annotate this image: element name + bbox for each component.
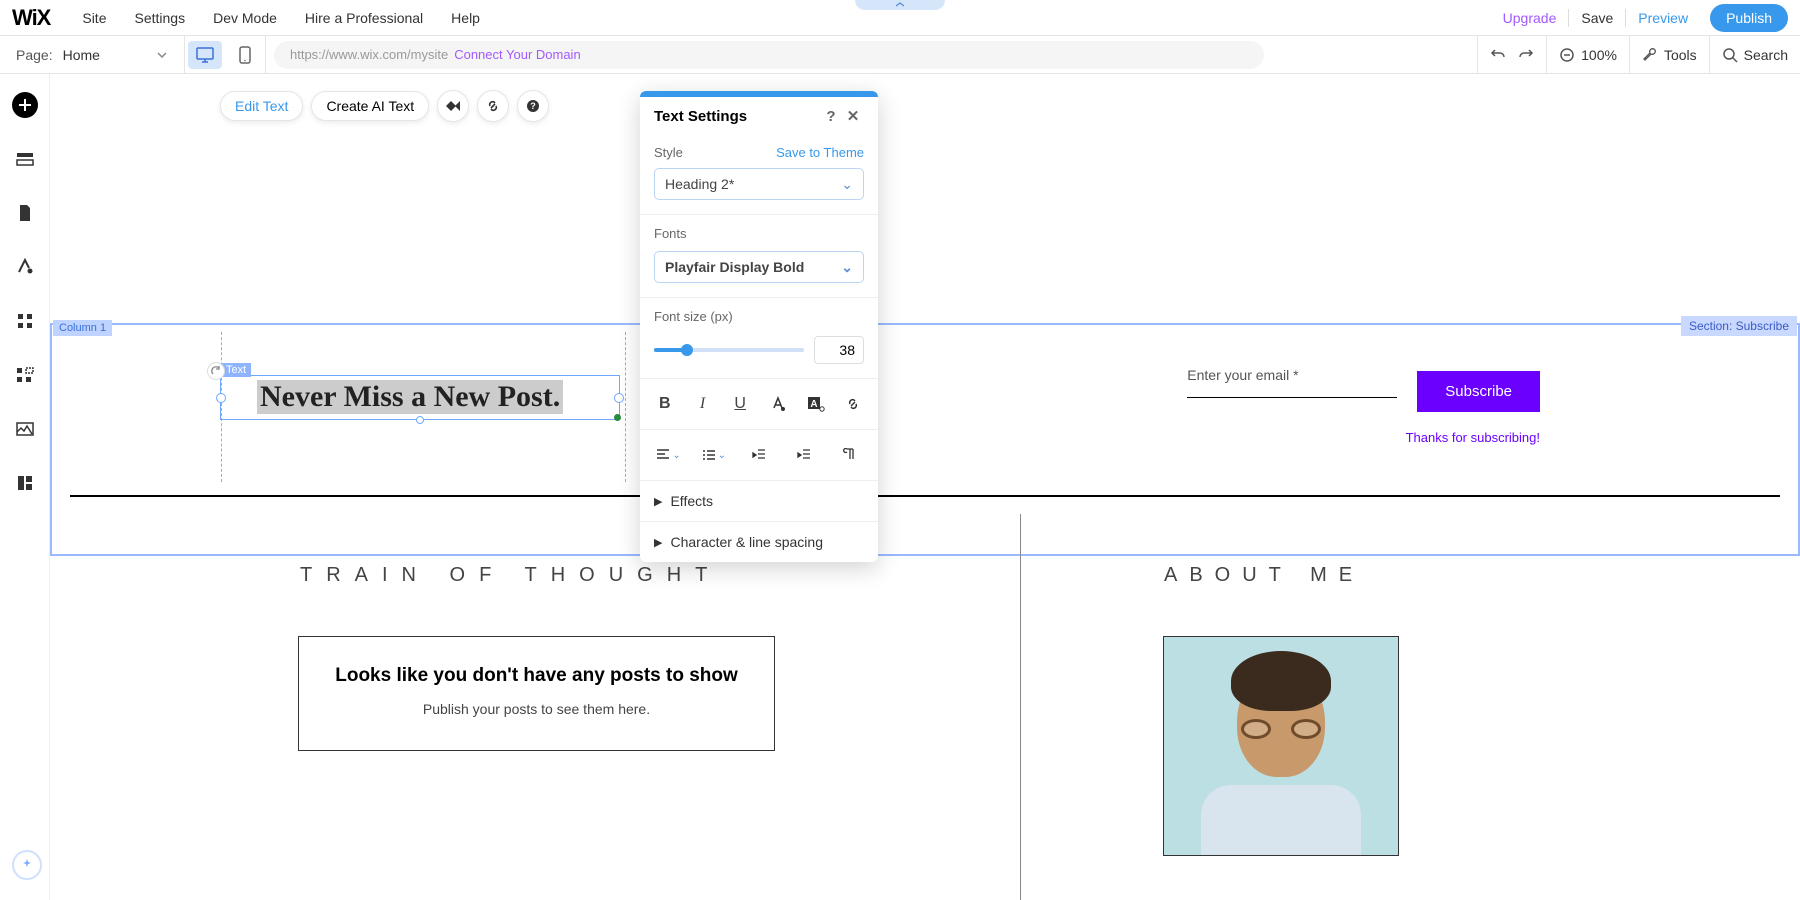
heading-text[interactable]: Never Miss a New Post. [257,380,563,414]
panel-help-icon[interactable]: ? [820,108,842,125]
subscribe-button[interactable]: Subscribe [1417,371,1540,412]
panel-title: Text Settings [654,108,747,125]
chevron-down-icon: ⌄ [841,176,853,193]
editor-canvas[interactable]: Column 1 Section: Subscribe Edit Text Cr… [50,74,1800,900]
font-size-label: Font size (px) [654,309,733,324]
tools-button[interactable]: Tools [1629,36,1709,73]
svg-text:A: A [810,399,817,410]
fonts-label: Fonts [654,226,687,241]
font-size-slider[interactable] [654,348,804,352]
menu-settings[interactable]: Settings [120,10,199,26]
element-type-badge: Text [221,363,251,377]
left-rail [0,74,50,900]
menu-devmode[interactable]: Dev Mode [199,10,291,26]
edit-text-button[interactable]: Edit Text [220,91,303,121]
save-button[interactable]: Save [1569,10,1625,26]
search-button[interactable]: Search [1709,36,1800,73]
empty-posts-title: Looks like you don't have any posts to s… [299,665,774,687]
content-icon[interactable] [12,470,38,496]
svg-text:?: ? [530,101,536,111]
site-url: https://www.wix.com/mysite [290,47,448,62]
link-button[interactable] [834,389,872,419]
underline-button[interactable]: U [721,389,759,419]
italic-button[interactable]: I [684,389,722,419]
highlight-button[interactable]: A [797,389,835,419]
outdent-button[interactable] [736,440,781,470]
url-bar[interactable]: https://www.wix.com/mysite Connect Your … [274,41,1264,69]
subscribe-form: Enter your email * Subscribe [1187,367,1540,412]
mobile-view-button[interactable] [228,41,262,69]
refresh-icon[interactable] [207,362,225,380]
wix-logo[interactable]: WiX [12,5,50,31]
pages-icon[interactable] [12,200,38,226]
page-value: Home [63,47,156,63]
selected-text-element[interactable]: Text Never Miss a New Post. [220,375,620,420]
upgrade-link[interactable]: Upgrade [1491,10,1569,26]
align-button[interactable]: ⌄ [646,440,691,470]
panel-close-icon[interactable]: ✕ [842,107,864,125]
help-icon[interactable]: ? [517,90,549,122]
toolbar: Page: Home https://www.wix.com/mysite Co… [0,36,1800,74]
menu-help[interactable]: Help [437,10,494,26]
zoom-control[interactable]: 100% [1546,36,1629,73]
section-divider-line [70,495,1780,497]
style-label: Style [654,145,683,160]
link-icon[interactable] [477,90,509,122]
effects-accordion[interactable]: ▶Effects [640,481,878,522]
text-settings-panel: Text Settings ? ✕ Style Save to Theme He… [640,91,878,562]
animation-icon[interactable] [437,90,469,122]
chevron-down-icon: ⌄ [841,259,853,276]
about-heading: ABOUT ME [1164,564,1364,587]
menu-site[interactable]: Site [68,10,120,26]
menu-hire[interactable]: Hire a Professional [291,10,437,26]
about-photo[interactable] [1163,636,1399,856]
empty-posts-subtitle: Publish your posts to see them here. [299,701,774,717]
bold-button[interactable]: B [646,389,684,419]
indent-button[interactable] [782,440,827,470]
media-icon[interactable] [12,416,38,442]
resize-handle[interactable] [416,416,424,424]
undo-redo [1477,36,1546,73]
train-heading: TRAIN OF THOUGHT [300,564,721,587]
apps-icon[interactable] [12,308,38,334]
top-handle[interactable] [855,0,945,10]
section-badge[interactable]: Section: Subscribe [1681,316,1797,336]
direction-button[interactable] [827,440,872,470]
email-label: Enter your email * [1187,367,1397,383]
list-button[interactable]: ⌄ [691,440,736,470]
vertical-divider [1020,514,1021,900]
font-size-input[interactable]: 38 [814,336,864,364]
desktop-view-button[interactable] [188,41,222,69]
email-input[interactable] [1187,397,1397,398]
ai-assistant-button[interactable] [12,850,42,880]
undo-icon[interactable] [1490,47,1506,63]
connect-domain-link[interactable]: Connect Your Domain [454,47,580,62]
spacing-accordion[interactable]: ▶Character & line spacing [640,522,878,562]
add-elements-button[interactable] [12,92,38,118]
publish-button[interactable]: Publish [1710,4,1788,32]
redo-icon[interactable] [1518,47,1534,63]
empty-posts-box: Looks like you don't have any posts to s… [298,636,775,751]
zoom-icon [1559,47,1575,63]
page-label: Page: [16,47,53,63]
theme-icon[interactable] [12,254,38,280]
search-icon [1722,47,1738,63]
column-badge[interactable]: Column 1 [53,320,112,336]
style-select[interactable]: Heading 2* ⌄ [654,168,864,200]
thanks-message: Thanks for subscribing! [1406,430,1540,445]
create-ai-text-button[interactable]: Create AI Text [311,91,429,121]
sections-icon[interactable] [12,146,38,172]
element-actions: Edit Text Create AI Text ? [220,90,549,122]
anchor-indicator [614,414,621,421]
save-to-theme-link[interactable]: Save to Theme [776,145,864,160]
text-color-button[interactable] [759,389,797,419]
chevron-down-icon [156,49,168,61]
page-selector[interactable]: Page: Home [0,36,185,73]
tools-icon [1642,47,1658,63]
business-icon[interactable] [12,362,38,388]
font-select[interactable]: Playfair Display Bold ⌄ [654,251,864,283]
preview-button[interactable]: Preview [1626,10,1700,26]
